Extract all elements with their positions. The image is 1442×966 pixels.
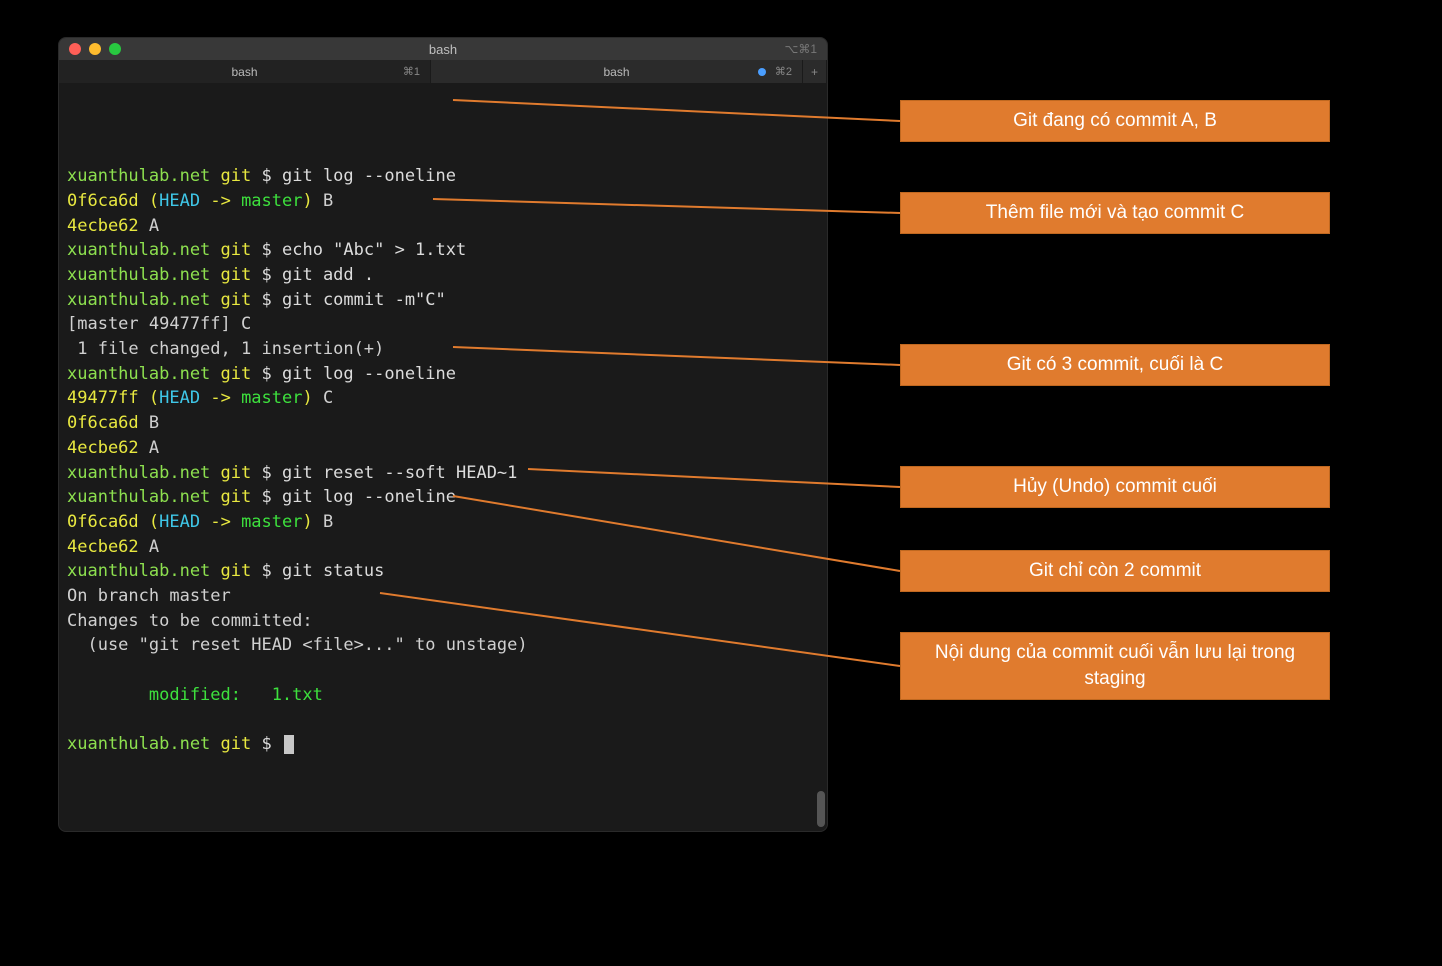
window-shortcut: ⌥⌘1 — [784, 42, 817, 56]
terminal-line: 1 file changed, 1 insertion(+) — [67, 337, 819, 362]
scrollbar[interactable] — [815, 84, 825, 831]
new-tab-button[interactable]: + — [803, 60, 827, 83]
terminal-line: On branch master — [67, 584, 819, 609]
tab-label: bash — [603, 65, 629, 79]
annotation-box: Git đang có commit A, B — [900, 100, 1330, 142]
terminal-line: 0f6ca6d (HEAD -> master) B — [67, 189, 819, 214]
traffic-lights — [69, 43, 121, 55]
annotation-box: Thêm file mới và tạo commit C — [900, 192, 1330, 234]
tab-bash-1[interactable]: bash ⌘1 — [59, 60, 431, 83]
terminal-line: xuanthulab.net git $ git commit -m"C" — [67, 288, 819, 313]
terminal-line: xuanthulab.net git $ git add . — [67, 263, 819, 288]
terminal-line: 4ecbe62 A — [67, 535, 819, 560]
terminal-line: (use "git reset HEAD <file>..." to unsta… — [67, 633, 819, 658]
tab-activity-indicator — [758, 68, 766, 76]
terminal-output[interactable]: xuanthulab.net git $ git log --oneline0f… — [59, 84, 827, 831]
annotation-box: Git chỉ còn 2 commit — [900, 550, 1330, 592]
tab-label: bash — [231, 65, 257, 79]
terminal-line: xuanthulab.net git $ git status — [67, 559, 819, 584]
terminal-line: 4ecbe62 A — [67, 436, 819, 461]
terminal-line: xuanthulab.net git $ — [67, 732, 819, 757]
tab-bar: bash ⌘1 bash ⌘2 + — [59, 60, 827, 84]
terminal-line — [67, 708, 819, 733]
terminal-line: xuanthulab.net git $ git log --oneline — [67, 362, 819, 387]
tab-shortcut: ⌘2 — [775, 65, 792, 78]
terminal-line: xuanthulab.net git $ git reset --soft HE… — [67, 461, 819, 486]
terminal-line: 0f6ca6d (HEAD -> master) B — [67, 510, 819, 535]
window-title: bash — [59, 42, 827, 57]
annotation-box: Git có 3 commit, cuối là C — [900, 344, 1330, 386]
tab-bash-2[interactable]: bash ⌘2 — [431, 60, 803, 83]
terminal-window: bash ⌥⌘1 bash ⌘1 bash ⌘2 + xuanthulab.ne… — [58, 37, 828, 832]
terminal-line — [67, 658, 819, 683]
annotation-box: Nội dung của commit cuối vẫn lưu lại tro… — [900, 632, 1330, 700]
terminal-line: 0f6ca6d B — [67, 411, 819, 436]
terminal-line: 4ecbe62 A — [67, 214, 819, 239]
close-button[interactable] — [69, 43, 81, 55]
terminal-line: xuanthulab.net git $ echo "Abc" > 1.txt — [67, 238, 819, 263]
zoom-button[interactable] — [109, 43, 121, 55]
terminal-line: xuanthulab.net git $ git log --oneline — [67, 164, 819, 189]
terminal-line: [master 49477ff] C — [67, 312, 819, 337]
minimize-button[interactable] — [89, 43, 101, 55]
annotation-box: Hủy (Undo) commit cuối — [900, 466, 1330, 508]
tab-shortcut: ⌘1 — [403, 65, 420, 78]
cursor — [284, 735, 294, 754]
terminal-line: modified: 1.txt — [67, 683, 819, 708]
terminal-line: 49477ff (HEAD -> master) C — [67, 386, 819, 411]
terminal-line: Changes to be committed: — [67, 609, 819, 634]
titlebar: bash ⌥⌘1 — [59, 38, 827, 60]
scrollbar-thumb[interactable] — [817, 791, 825, 827]
terminal-line: xuanthulab.net git $ git log --oneline — [67, 485, 819, 510]
